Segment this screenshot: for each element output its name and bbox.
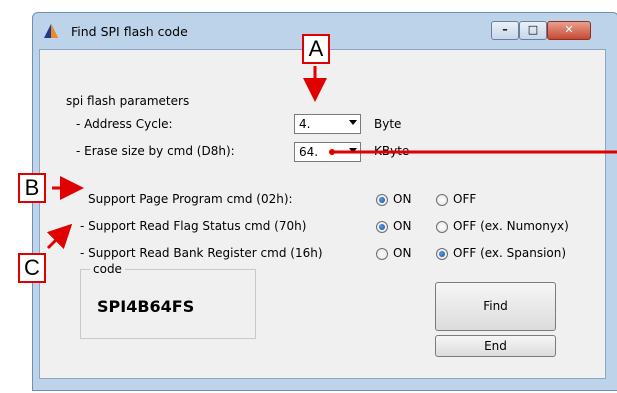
arrow-c [46,223,73,250]
callout-b: B [18,173,46,203]
callout-a: A [302,34,330,64]
callout-c: C [18,253,46,283]
arrow-erase-dot [329,149,335,155]
